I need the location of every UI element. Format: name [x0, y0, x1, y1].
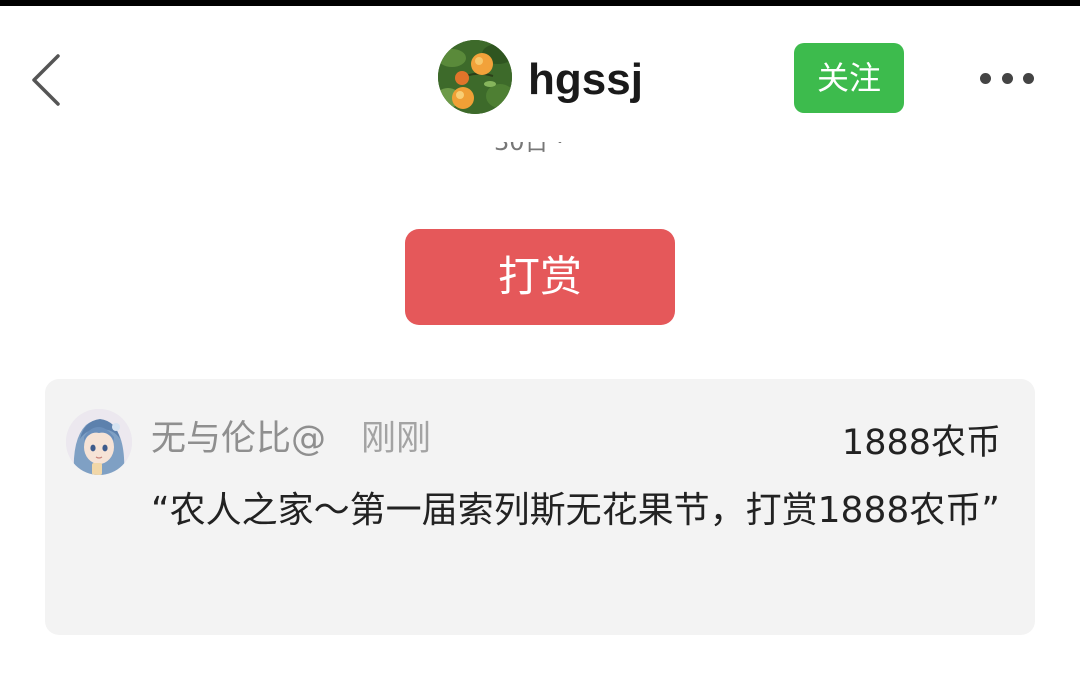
username-label[interactable]: hgssj [528, 52, 643, 108]
anime-girl-avatar-image [66, 409, 132, 475]
more-dot [1001, 72, 1013, 84]
reward-message: “农人之家～第一届索列斯无花果节，打赏1888农币” [151, 490, 1000, 531]
reward-page: hgssj 关注 30日 · 打赏 无与伦比@ 刚刚 1888农币 “农人之家～… [0, 0, 1080, 680]
reward-amount: 1888农币 [841, 423, 1001, 463]
reward-time: 刚刚 [361, 419, 432, 459]
chevron-left-icon [32, 54, 60, 106]
reward-user-avatar[interactable] [66, 409, 132, 475]
user-avatar[interactable] [438, 40, 512, 114]
reward-user-name[interactable]: 无与伦比@ [151, 417, 326, 461]
more-dot [1023, 72, 1034, 84]
reward-record-card: 无与伦比@ 刚刚 1888农币 “农人之家～第一届索列斯无花果节，打赏1888农… [45, 379, 1035, 635]
back-button[interactable] [20, 42, 76, 114]
header-bar: hgssj 关注 [0, 6, 1080, 156]
reward-button[interactable]: 打赏 [405, 229, 675, 325]
follow-button[interactable]: 关注 [794, 43, 904, 113]
partially-hidden-text: 30日 · [494, 142, 564, 156]
fruit-tree-avatar-image [438, 40, 512, 114]
more-horizontal-icon [980, 72, 991, 84]
more-options-button[interactable] [976, 56, 1038, 100]
